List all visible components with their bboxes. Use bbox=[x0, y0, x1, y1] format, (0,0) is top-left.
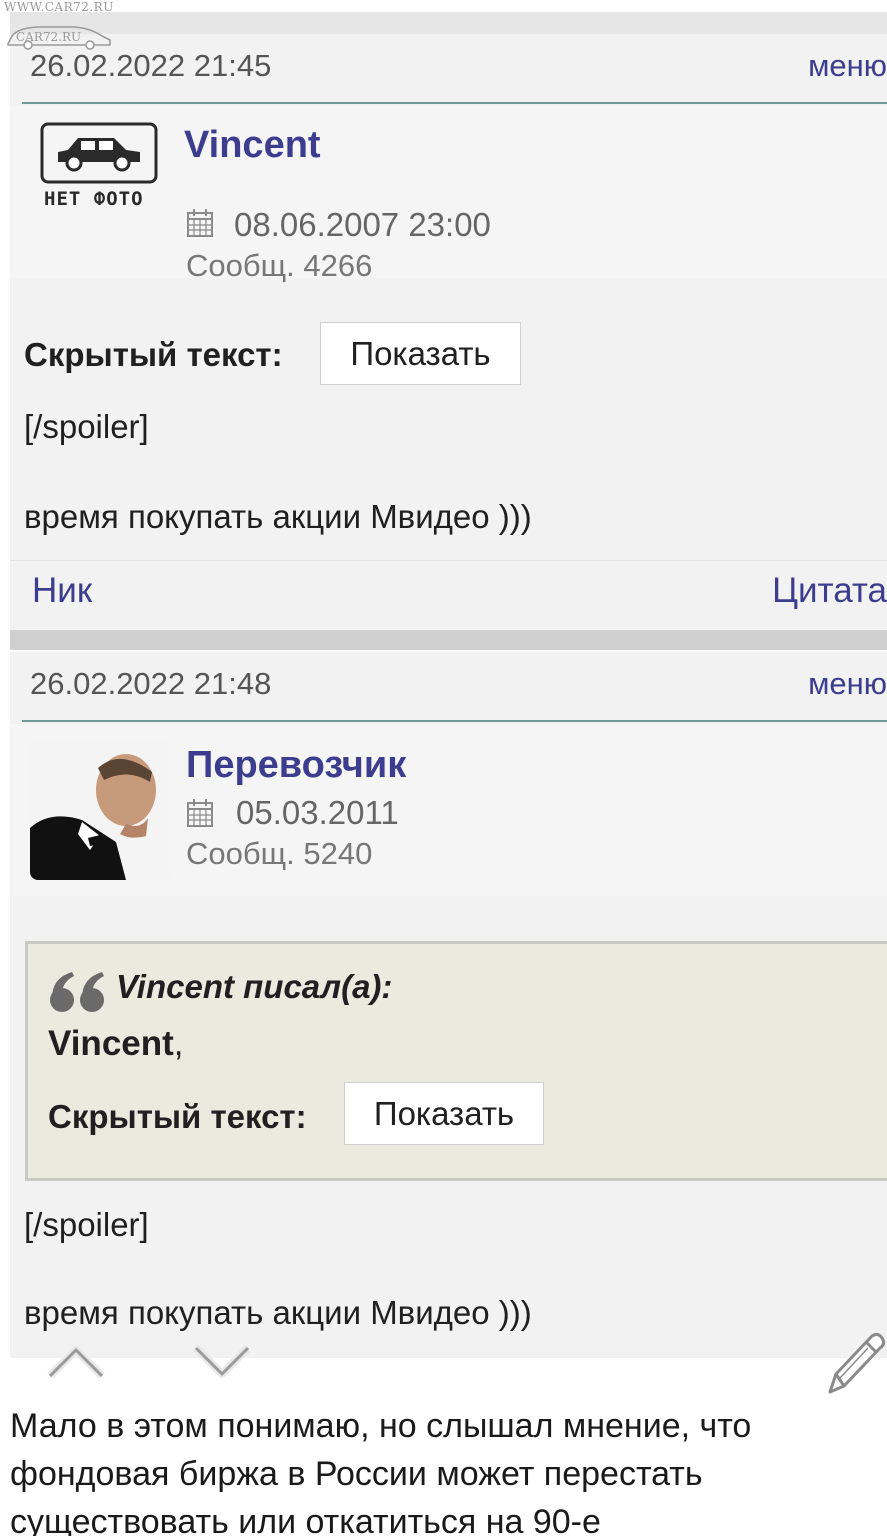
spoiler-label: Скрытый текст: bbox=[48, 1098, 307, 1135]
comment-text: Мало в этом понимаю, но слышал мнение, ч… bbox=[10, 1407, 752, 1536]
quote-marks-icon bbox=[50, 972, 104, 1012]
avatar-caption: НЕТ ФОТО bbox=[44, 188, 144, 210]
post-text-line: [/spoiler] bbox=[24, 408, 149, 445]
quote-author-comma: , bbox=[173, 1024, 184, 1063]
post-header-divider bbox=[22, 102, 887, 104]
author-block: НЕТ ФОТО Vincent 08.06.2007 23:00 Сообщ.… bbox=[10, 106, 887, 283]
watermark-badge: CAR72.RU bbox=[16, 30, 82, 44]
post-header: 26.02.2022 21:48 меню bbox=[10, 652, 887, 722]
pencil-icon[interactable] bbox=[824, 1330, 886, 1396]
author-name[interactable]: Перевозчик bbox=[186, 744, 406, 787]
avatar-photo bbox=[30, 738, 172, 880]
post-footer: Ник Цитата bbox=[10, 560, 887, 626]
car-icon bbox=[40, 122, 158, 184]
post-text-line: [/spoiler] bbox=[24, 1206, 149, 1243]
forum-post: 26.02.2022 21:45 меню НЕТ ФОТО Vincent 0… bbox=[10, 34, 887, 630]
post-menu-link[interactable]: меню bbox=[808, 666, 887, 702]
spoiler-show-button[interactable]: Показать bbox=[344, 1082, 544, 1145]
calendar-icon bbox=[187, 799, 213, 827]
quote-title: Vincent писал(а): bbox=[116, 968, 393, 1005]
scroll-down-icon[interactable] bbox=[192, 1344, 252, 1380]
author-registered: 08.06.2007 23:00 bbox=[234, 206, 491, 243]
quote-author-name: Vincent bbox=[48, 1024, 174, 1063]
post-text-line: время покупать акции Мвидео ))) bbox=[24, 498, 532, 535]
post-date: 26.02.2022 21:45 bbox=[30, 48, 272, 83]
nick-link[interactable]: Ник bbox=[32, 571, 92, 611]
post-header-divider bbox=[22, 720, 887, 722]
quote-author: Vincent, bbox=[48, 1024, 184, 1064]
watermark-url: WWW.CAR72.RU bbox=[4, 0, 114, 14]
site-watermark: WWW.CAR72.RU CAR72.RU bbox=[0, 0, 130, 52]
top-strip bbox=[10, 12, 887, 34]
post-menu-link[interactable]: меню bbox=[808, 48, 887, 84]
quote-link[interactable]: Цитата bbox=[772, 571, 887, 611]
author-registered: 05.03.2011 bbox=[236, 794, 399, 831]
avatar[interactable] bbox=[30, 738, 172, 880]
author-message-count: Сообщ. 4266 bbox=[186, 248, 373, 283]
spoiler-show-button[interactable]: Показать bbox=[320, 322, 521, 385]
floating-toolbar bbox=[0, 1330, 887, 1400]
post-header: 26.02.2022 21:45 меню bbox=[10, 34, 887, 104]
scroll-up-icon[interactable] bbox=[46, 1344, 106, 1380]
quote-block: Vincent писал(а): Vincent, Скрытый текст… bbox=[25, 941, 887, 1181]
author-name[interactable]: Vincent bbox=[184, 124, 321, 167]
post-text-line: время покупать акции Мвидео ))) bbox=[24, 1294, 532, 1331]
spoiler-label: Скрытый текст: bbox=[24, 336, 283, 373]
author-block: Перевозчик 05.03.2011 Сообщ. 5240 bbox=[10, 724, 887, 896]
post-separator bbox=[10, 630, 887, 650]
avatar[interactable]: НЕТ ФОТО bbox=[40, 122, 160, 214]
author-message-count: Сообщ. 5240 bbox=[186, 836, 373, 871]
calendar-icon bbox=[187, 209, 213, 237]
post-date: 26.02.2022 21:48 bbox=[30, 666, 272, 701]
